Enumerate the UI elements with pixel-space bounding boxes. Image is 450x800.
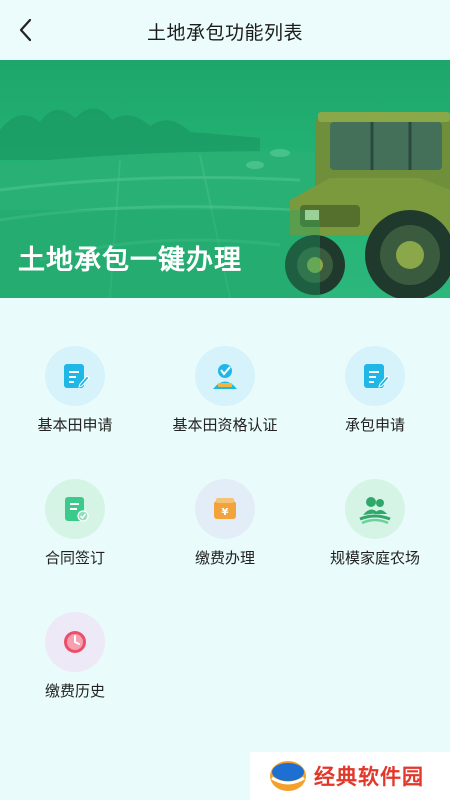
function-label: 规模家庭农场 bbox=[329, 549, 420, 567]
banner[interactable]: 土地承包一键办理 bbox=[0, 60, 450, 298]
function-item-payment-history[interactable]: 缴费历史 bbox=[0, 606, 150, 706]
watermark: 经典软件园 bbox=[250, 752, 450, 800]
icon-circle bbox=[345, 346, 405, 406]
verified-user-icon bbox=[213, 364, 237, 389]
icon-circle bbox=[45, 479, 105, 539]
function-label: 合同签订 bbox=[44, 549, 105, 567]
function-label: 缴费历史 bbox=[44, 682, 105, 700]
icon-circle: ¥ bbox=[195, 479, 255, 539]
svg-text:¥: ¥ bbox=[222, 507, 229, 518]
top-bar: 土地承包功能列表 bbox=[0, 0, 450, 60]
banner-headline: 土地承包一键办理 bbox=[18, 245, 242, 276]
function-label: 承包申请 bbox=[344, 416, 405, 434]
family-farm-icon bbox=[359, 497, 391, 525]
function-label: 基本田申请 bbox=[37, 416, 113, 434]
watermark-logo-icon bbox=[270, 761, 306, 791]
yuan-wallet-icon: ¥ bbox=[214, 498, 236, 519]
function-item-qualification-certification[interactable]: 基本田资格认证 bbox=[150, 340, 300, 440]
page-title: 土地承包功能列表 bbox=[146, 22, 303, 44]
icon-circle bbox=[45, 612, 105, 672]
function-item-family-farm[interactable]: 规模家庭农场 bbox=[300, 473, 450, 573]
icon-circle bbox=[345, 479, 405, 539]
icon-circle bbox=[195, 346, 255, 406]
function-label: 基本田资格认证 bbox=[172, 416, 278, 434]
icon-circle bbox=[45, 346, 105, 406]
clock-history-icon bbox=[64, 631, 86, 653]
function-item-payment[interactable]: ¥ 缴费办理 bbox=[150, 473, 300, 573]
contract-document-icon bbox=[65, 497, 89, 522]
function-item-contract-signing[interactable]: 合同签订 bbox=[0, 473, 150, 573]
function-item-contract-application[interactable]: 承包申请 bbox=[300, 340, 450, 440]
edit-document-icon bbox=[64, 364, 90, 388]
watermark-text: 经典软件园 bbox=[314, 765, 424, 789]
edit-document-icon bbox=[364, 364, 390, 388]
function-item-basic-field-application[interactable]: 基本田申请 bbox=[0, 340, 150, 440]
function-label: 缴费办理 bbox=[194, 549, 255, 567]
